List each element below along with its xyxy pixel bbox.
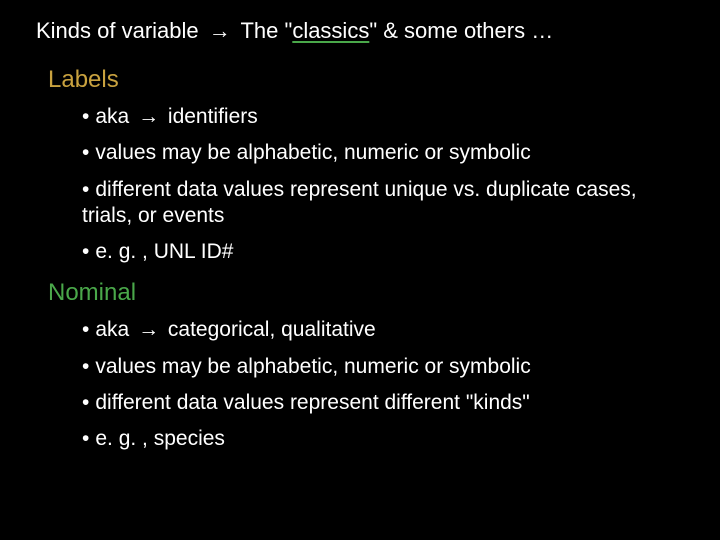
slide-title: Kinds of variable → The "classics" & som… bbox=[36, 18, 720, 44]
title-mid2: " & some others … bbox=[369, 18, 553, 43]
title-classics: classics bbox=[292, 18, 369, 43]
list-item: • e. g. , species bbox=[82, 426, 660, 452]
bullet-text-prefix: different data values represent unique v… bbox=[82, 178, 637, 227]
bullet-text-prefix: e. g. , species bbox=[95, 427, 225, 450]
bullet-icon: • bbox=[82, 391, 89, 414]
arrow-icon: → bbox=[138, 317, 159, 343]
list-item: • different data values represent differe… bbox=[82, 390, 660, 416]
list-item: • aka → categorical, qualitative bbox=[82, 317, 660, 343]
list-item: • e. g. , UNL ID# bbox=[82, 239, 660, 265]
slide: Kinds of variable → The "classics" & som… bbox=[0, 0, 720, 540]
title-prefix: Kinds of variable bbox=[36, 18, 205, 43]
bullet-text-prefix: aka bbox=[95, 105, 135, 128]
list-item: • values may be alphabetic, numeric or sy… bbox=[82, 140, 660, 166]
section-heading-nominal: Nominal bbox=[48, 279, 720, 307]
bullet-icon: • bbox=[82, 105, 89, 128]
bullet-icon: • bbox=[82, 427, 89, 450]
arrow-icon: → bbox=[138, 104, 159, 130]
bullet-text-prefix: values may be alphabetic, numeric or sym… bbox=[95, 141, 530, 164]
bullet-icon: • bbox=[82, 178, 89, 201]
bullet-icon: • bbox=[82, 318, 89, 341]
title-mid1: The " bbox=[235, 18, 293, 43]
list-item: • aka → identifiers bbox=[82, 104, 660, 130]
bullet-icon: • bbox=[82, 240, 89, 263]
section-heading-labels: Labels bbox=[48, 66, 720, 94]
list-item: • values may be alphabetic, numeric or sy… bbox=[82, 354, 660, 380]
bullet-text-prefix: e. g. , UNL ID# bbox=[95, 240, 233, 263]
bullet-text-prefix: different data values represent differen… bbox=[95, 391, 529, 414]
bullet-text-rest: identifiers bbox=[162, 105, 258, 128]
bullet-text-prefix: aka bbox=[95, 318, 135, 341]
arrow-icon: → bbox=[209, 18, 231, 44]
bullet-text-rest: categorical, qualitative bbox=[162, 318, 376, 341]
bullet-text-prefix: values may be alphabetic, numeric or sym… bbox=[95, 355, 530, 378]
bullet-icon: • bbox=[82, 355, 89, 378]
bullet-icon: • bbox=[82, 141, 89, 164]
list-item: •different data values represent unique … bbox=[82, 177, 660, 230]
